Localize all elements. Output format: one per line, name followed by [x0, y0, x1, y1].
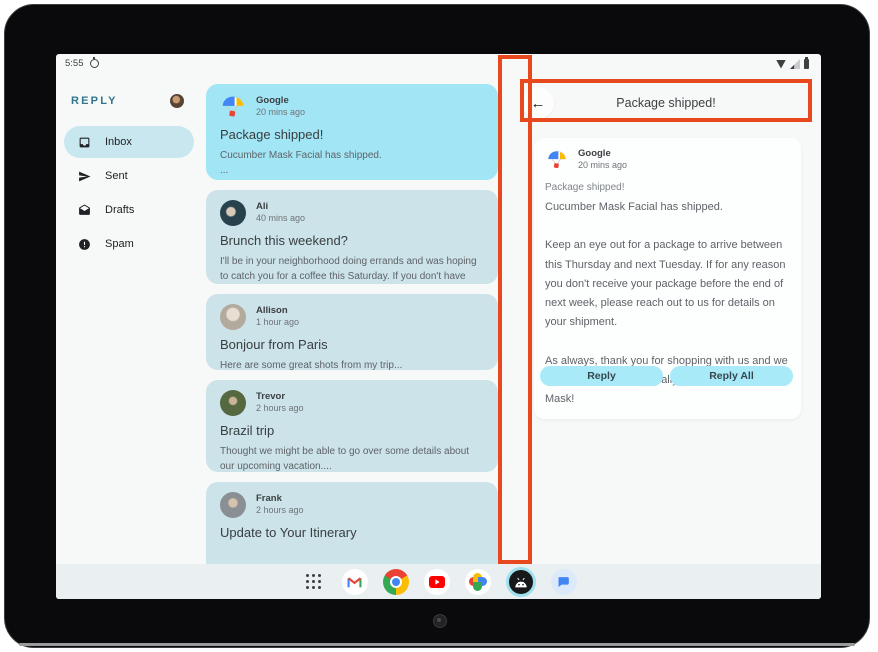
email-subject: Bonjour from Paris — [220, 337, 482, 352]
email-preview: Thought we might be able to go over some… — [220, 444, 482, 472]
sidebar-nav: Inbox Sent Drafts Spam — [64, 126, 194, 262]
sidebar-item-drafts[interactable]: Drafts — [64, 194, 194, 226]
stopwatch-icon — [90, 59, 99, 68]
email-sender: Frank — [256, 493, 304, 505]
email-list-item-trevor[interactable]: Trevor 2 hours ago Brazil trip Thought w… — [206, 380, 498, 472]
wifi-icon — [776, 60, 786, 69]
detail-time: 20 mins ago — [578, 160, 627, 172]
spam-icon — [78, 238, 91, 251]
youtube-icon[interactable] — [424, 569, 450, 595]
device-screen: 5:55 REPLY Inbox Sent — [56, 54, 821, 599]
send-icon — [78, 170, 91, 183]
detail-paragraph: Cucumber Mask Facial has shipped. — [542, 198, 793, 217]
status-time: 5:55 — [65, 58, 84, 69]
avatar — [220, 304, 246, 330]
drafts-icon — [78, 204, 91, 217]
email-subject: Update to Your Itinerary — [220, 525, 482, 540]
messages-icon[interactable] — [551, 569, 577, 595]
launcher-dock — [56, 564, 821, 599]
email-sender: Allison — [256, 305, 299, 317]
profile-avatar[interactable] — [170, 94, 184, 108]
annotation-box-detail-header — [520, 79, 812, 122]
reply-all-button[interactable]: Reply All — [670, 366, 793, 386]
sidebar-item-label: Drafts — [105, 204, 134, 216]
email-detail-card: Google 20 mins ago Package shipped! Cucu… — [534, 138, 801, 419]
email-sender: Trevor — [256, 391, 304, 403]
detail-sender: Google — [578, 148, 627, 160]
tablet-frame: 5:55 REPLY Inbox Sent — [4, 4, 870, 648]
gmail-icon[interactable] — [342, 569, 368, 595]
avatar — [220, 390, 246, 416]
sidebar-item-label: Inbox — [105, 136, 132, 148]
avatar — [220, 200, 246, 226]
google-parachute-logo-icon — [546, 149, 568, 171]
email-time: 2 hours ago — [256, 505, 304, 517]
email-time: 40 mins ago — [256, 213, 305, 225]
email-list-item-ali[interactable]: Ali 40 mins ago Brunch this weekend? I'l… — [206, 190, 498, 284]
tablet-edge-highlight — [19, 643, 855, 646]
status-bar: 5:55 — [56, 54, 821, 74]
battery-icon — [804, 59, 809, 69]
detail-paragraph: Keep an eye out for a package to arrive … — [542, 236, 793, 332]
photos-icon[interactable] — [465, 569, 491, 595]
front-camera — [433, 614, 447, 628]
email-sender: Ali — [256, 201, 305, 213]
email-time: 2 hours ago — [256, 403, 304, 415]
email-list: Google 20 mins ago Package shipped! Cucu… — [206, 84, 498, 599]
detail-subject-label: Package shipped! — [542, 182, 793, 193]
email-subject: Package shipped! — [220, 127, 482, 142]
app-grid-icon[interactable] — [301, 569, 327, 595]
email-time: 20 mins ago — [256, 107, 305, 119]
cell-signal-icon — [790, 59, 800, 69]
sidebar-item-spam[interactable]: Spam — [64, 228, 194, 260]
sidebar-item-inbox[interactable]: Inbox — [64, 126, 194, 158]
email-preview: Here are some great shots from my trip..… — [220, 358, 482, 370]
email-time: 1 hour ago — [256, 317, 299, 329]
inbox-icon — [78, 136, 91, 149]
email-preview: Cucumber Mask Facial has shipped. ... — [220, 148, 482, 178]
annotation-box-pane-divider — [498, 55, 532, 564]
email-subject: Brazil trip — [220, 423, 482, 438]
reply-app-icon[interactable] — [506, 567, 536, 597]
avatar — [220, 492, 246, 518]
email-list-item-google[interactable]: Google 20 mins ago Package shipped! Cucu… — [206, 84, 498, 180]
sidebar-item-sent[interactable]: Sent — [64, 160, 194, 192]
google-parachute-logo-icon — [220, 94, 246, 120]
email-list-item-allison[interactable]: Allison 1 hour ago Bonjour from Paris He… — [206, 294, 498, 370]
reply-button[interactable]: Reply — [540, 366, 663, 386]
sidebar-item-label: Sent — [105, 170, 128, 182]
email-subject: Brunch this weekend? — [220, 233, 482, 248]
app-title: REPLY — [71, 95, 118, 107]
email-sender: Google — [256, 95, 305, 107]
sidebar-item-label: Spam — [105, 238, 134, 250]
chrome-icon[interactable] — [383, 569, 409, 595]
email-preview: I'll be in your neighborhood doing erran… — [220, 254, 482, 284]
